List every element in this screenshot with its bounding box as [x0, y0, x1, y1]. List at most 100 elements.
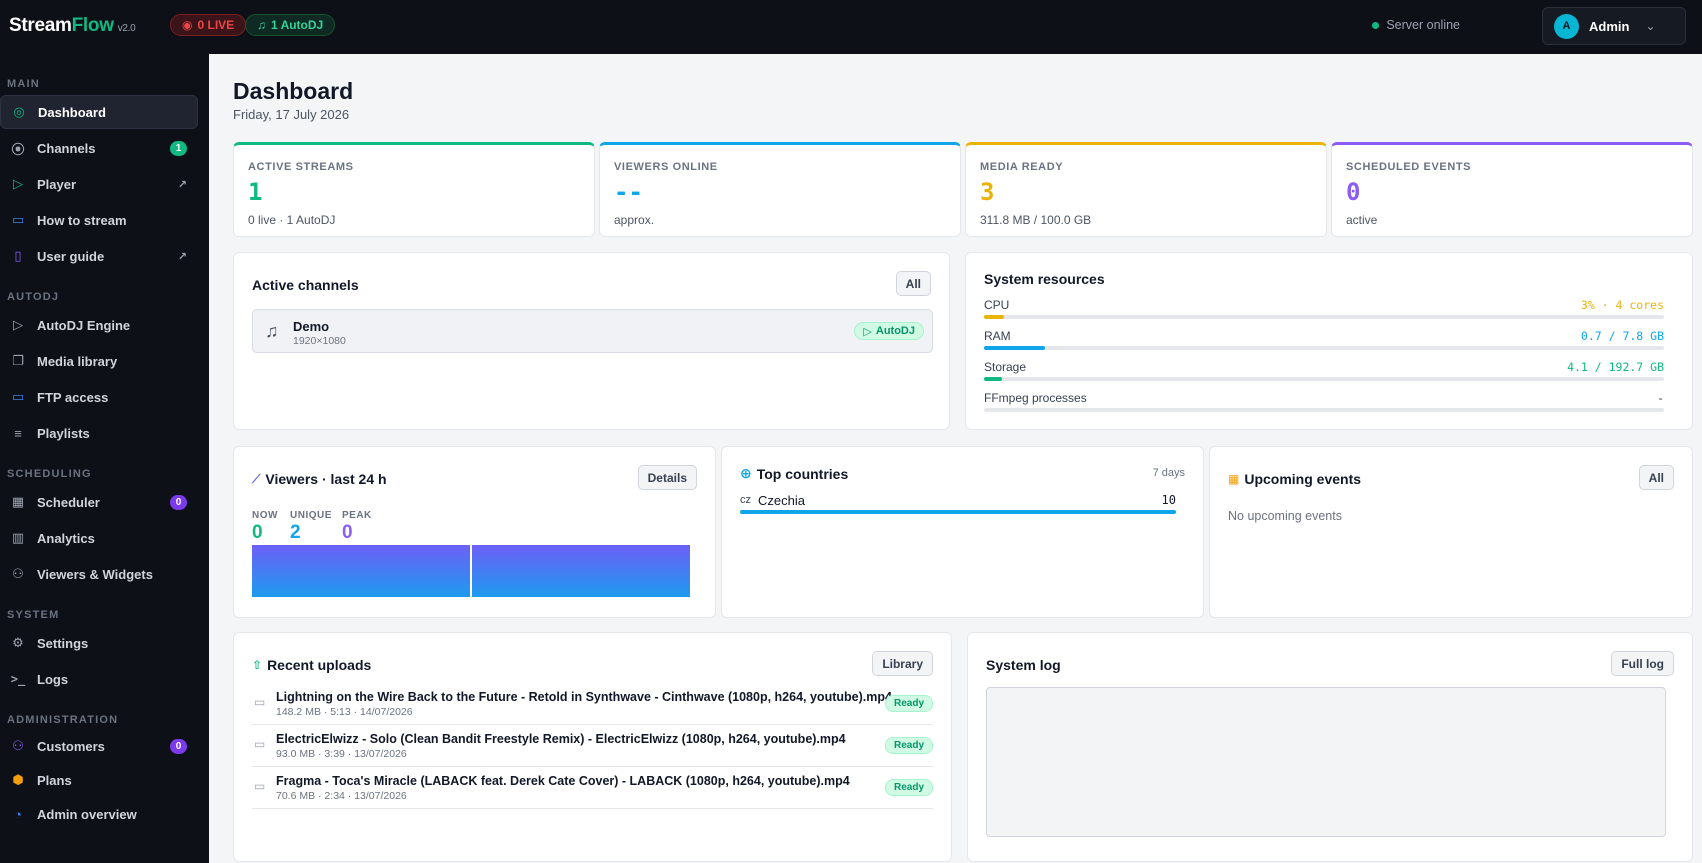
- sidebar-item-label: Plans: [37, 772, 72, 788]
- status-dot-icon: [1372, 21, 1380, 29]
- resource-value: 0.7 / 7.8 GB: [1580, 329, 1664, 343]
- sidebar-item-user-guide[interactable]: ▯ User guide ↗: [0, 239, 198, 273]
- upload-meta: 148.2 MB · 5:13 · 14/07/2026: [276, 706, 413, 718]
- library-button[interactable]: Library: [872, 651, 933, 676]
- upload-name: ElectricElwizz - Solo (Clean Bandit Free…: [276, 732, 846, 746]
- autodj-count: 1 AutoDJ: [271, 18, 324, 32]
- sidebar-item-admin-overview[interactable]: ◔ Admin overview: [0, 797, 198, 831]
- sidebar-item-analytics[interactable]: ▥ Analytics: [0, 521, 198, 555]
- country-bar-track: [740, 510, 1176, 514]
- card-title: ⟋ Viewers · last 24 h: [252, 471, 387, 487]
- card-title-text: Upcoming events: [1244, 471, 1362, 487]
- sidebar-item-scheduler[interactable]: ▦ Scheduler 0: [0, 485, 198, 519]
- files-icon: ❐: [12, 353, 24, 368]
- upload-row[interactable]: ▭ Lightning on the Wire Back to the Futu…: [252, 683, 933, 725]
- sidebar-item-label: Media library: [37, 353, 118, 369]
- stat-card-viewers-online: VIEWERS ONLINE -- approx.: [599, 142, 961, 237]
- full-log-button[interactable]: Full log: [1611, 651, 1674, 676]
- stat-card-scheduled-events: SCHEDULED EVENTS 0 active: [1331, 142, 1693, 237]
- card-title: ▦ Upcoming events: [1228, 471, 1361, 487]
- sidebar-item-label: Dashboard: [38, 104, 106, 120]
- resource-bar-fill: [984, 346, 1046, 350]
- sidebar-item-plans[interactable]: ⬢ Plans: [0, 763, 198, 797]
- sidebar-item-channels[interactable]: ⦿ Channels 1: [0, 131, 198, 165]
- card-title-text: Recent uploads: [267, 657, 372, 673]
- upload-name: Fragma - Toca's Miracle (LABACK feat. De…: [276, 774, 850, 788]
- card-title: ⊕ Top countries: [740, 465, 848, 482]
- trend-chart-icon: ⟋: [252, 471, 261, 486]
- autodj-status-pill[interactable]: ♫ 1 AutoDJ: [245, 14, 336, 36]
- sidebar-item-label: Player: [37, 176, 77, 192]
- viewers-unique-label: UNIQUE: [290, 510, 332, 521]
- card-title: System resources: [984, 271, 1105, 287]
- sidebar-item-how-to-stream[interactable]: ▭ How to stream: [0, 203, 198, 237]
- channels-count-badge: 1: [170, 140, 187, 156]
- resource-bar-fill: [984, 315, 1005, 319]
- book-icon: ▯: [14, 248, 22, 263]
- live-status-pill[interactable]: ◉ 0 LIVE: [170, 14, 247, 36]
- play-icon: ▷: [863, 325, 872, 338]
- sidebar-item-playlists[interactable]: ≡ Playlists: [0, 416, 198, 450]
- sidebar-item-autodj-engine[interactable]: ▷ AutoDJ Engine: [0, 308, 198, 342]
- sidebar-item-player[interactable]: ▷ Player ↗: [0, 167, 198, 201]
- upload-row[interactable]: ▭ ElectricElwizz - Solo (Clean Bandit Fr…: [252, 725, 933, 767]
- card-title-text: Viewers · last 24 h: [265, 471, 387, 487]
- users-icon: ⚇: [12, 738, 24, 753]
- page-date: Friday, 17 July 2026: [233, 107, 350, 122]
- app-version: v2.0: [117, 23, 136, 34]
- user-name: Admin: [1589, 18, 1630, 34]
- sidebar-item-dashboard[interactable]: ◎ Dashboard: [0, 95, 198, 129]
- broadcast-icon: ⦿: [11, 141, 25, 157]
- external-link-icon: ↗: [177, 250, 187, 263]
- no-events-text: No upcoming events: [1228, 509, 1342, 523]
- card-title: ⇧ Recent uploads: [252, 657, 371, 673]
- card-title: System log: [986, 657, 1061, 673]
- card-title-text: Top countries: [756, 465, 849, 482]
- music-note-icon: ♫: [265, 321, 279, 341]
- main-content: Dashboard Friday, 17 July 2026 ACTIVE ST…: [209, 54, 1702, 863]
- status-badge: Ready: [884, 695, 933, 712]
- brand-logo[interactable]: StreamFlow v2.0: [9, 15, 136, 37]
- sidebar-item-settings[interactable]: ⚙ Settings: [0, 626, 198, 660]
- channel-row-demo[interactable]: ♫ Demo 1920×1080 ▷ AutoDJ: [252, 309, 933, 353]
- system-log-output[interactable]: [986, 687, 1666, 837]
- video-icon: ▭: [254, 779, 266, 793]
- upload-icon: ⇧: [252, 658, 263, 672]
- users-icon: ⚇: [12, 566, 24, 581]
- user-menu-button[interactable]: A Admin ⌄: [1542, 7, 1686, 45]
- video-icon: ▭: [254, 737, 266, 751]
- avatar: A: [1554, 13, 1579, 39]
- sidebar-item-label: Channels: [37, 140, 96, 156]
- viewers-card: ⟋ Viewers · last 24 h Details NOW 0 UNIQ…: [233, 446, 716, 618]
- music-note-icon: ♫: [257, 18, 266, 32]
- sidebar-item-label: Scheduler: [37, 494, 100, 510]
- package-icon: ⬢: [12, 772, 24, 787]
- folder-icon: ▭: [11, 389, 25, 404]
- customers-count-badge: 0: [170, 738, 187, 754]
- stat-value: 0: [1346, 178, 1361, 206]
- channel-resolution: 1920×1080: [293, 335, 346, 347]
- sidebar-item-viewers-widgets[interactable]: ⚇ Viewers & Widgets: [0, 557, 198, 591]
- calendar-icon: ▦: [1228, 472, 1240, 486]
- broadcast-icon: ◉: [182, 18, 193, 32]
- viewers-details-button[interactable]: Details: [637, 465, 697, 490]
- all-events-button[interactable]: All: [1638, 465, 1674, 490]
- sidebar: MAIN ◎ Dashboard ⦿ Channels 1 ▷ Player ↗…: [0, 54, 209, 863]
- server-status: Server online: [1372, 18, 1460, 32]
- sidebar-item-logs[interactable]: >_ Logs: [0, 662, 198, 696]
- all-channels-button[interactable]: All: [895, 271, 931, 296]
- active-channels-card: Active channels All ♫ Demo 1920×1080 ▷ A…: [233, 252, 950, 430]
- sidebar-item-customers[interactable]: ⚇ Customers 0: [0, 729, 198, 763]
- system-resources-card: System resources CPU 3% · 4 cores RAM 0.…: [965, 252, 1693, 430]
- sidebar-item-label: Viewers & Widgets: [37, 566, 153, 582]
- section-label-scheduling: SCHEDULING: [7, 468, 92, 480]
- sidebar-item-media-library[interactable]: ❐ Media library: [0, 344, 198, 378]
- upload-row[interactable]: ▭ Fragma - Toca's Miracle (LABACK feat. …: [252, 767, 933, 809]
- resource-label: FFmpeg processes: [984, 391, 1087, 405]
- viewers-peak-value: 0: [342, 522, 353, 543]
- status-badge: Ready: [884, 779, 933, 796]
- calendar-icon: ▦: [11, 494, 25, 509]
- viewers-now-label: NOW: [252, 510, 278, 521]
- sidebar-item-ftp-access[interactable]: ▭ FTP access: [0, 380, 198, 414]
- viewers-peak-label: PEAK: [342, 510, 372, 521]
